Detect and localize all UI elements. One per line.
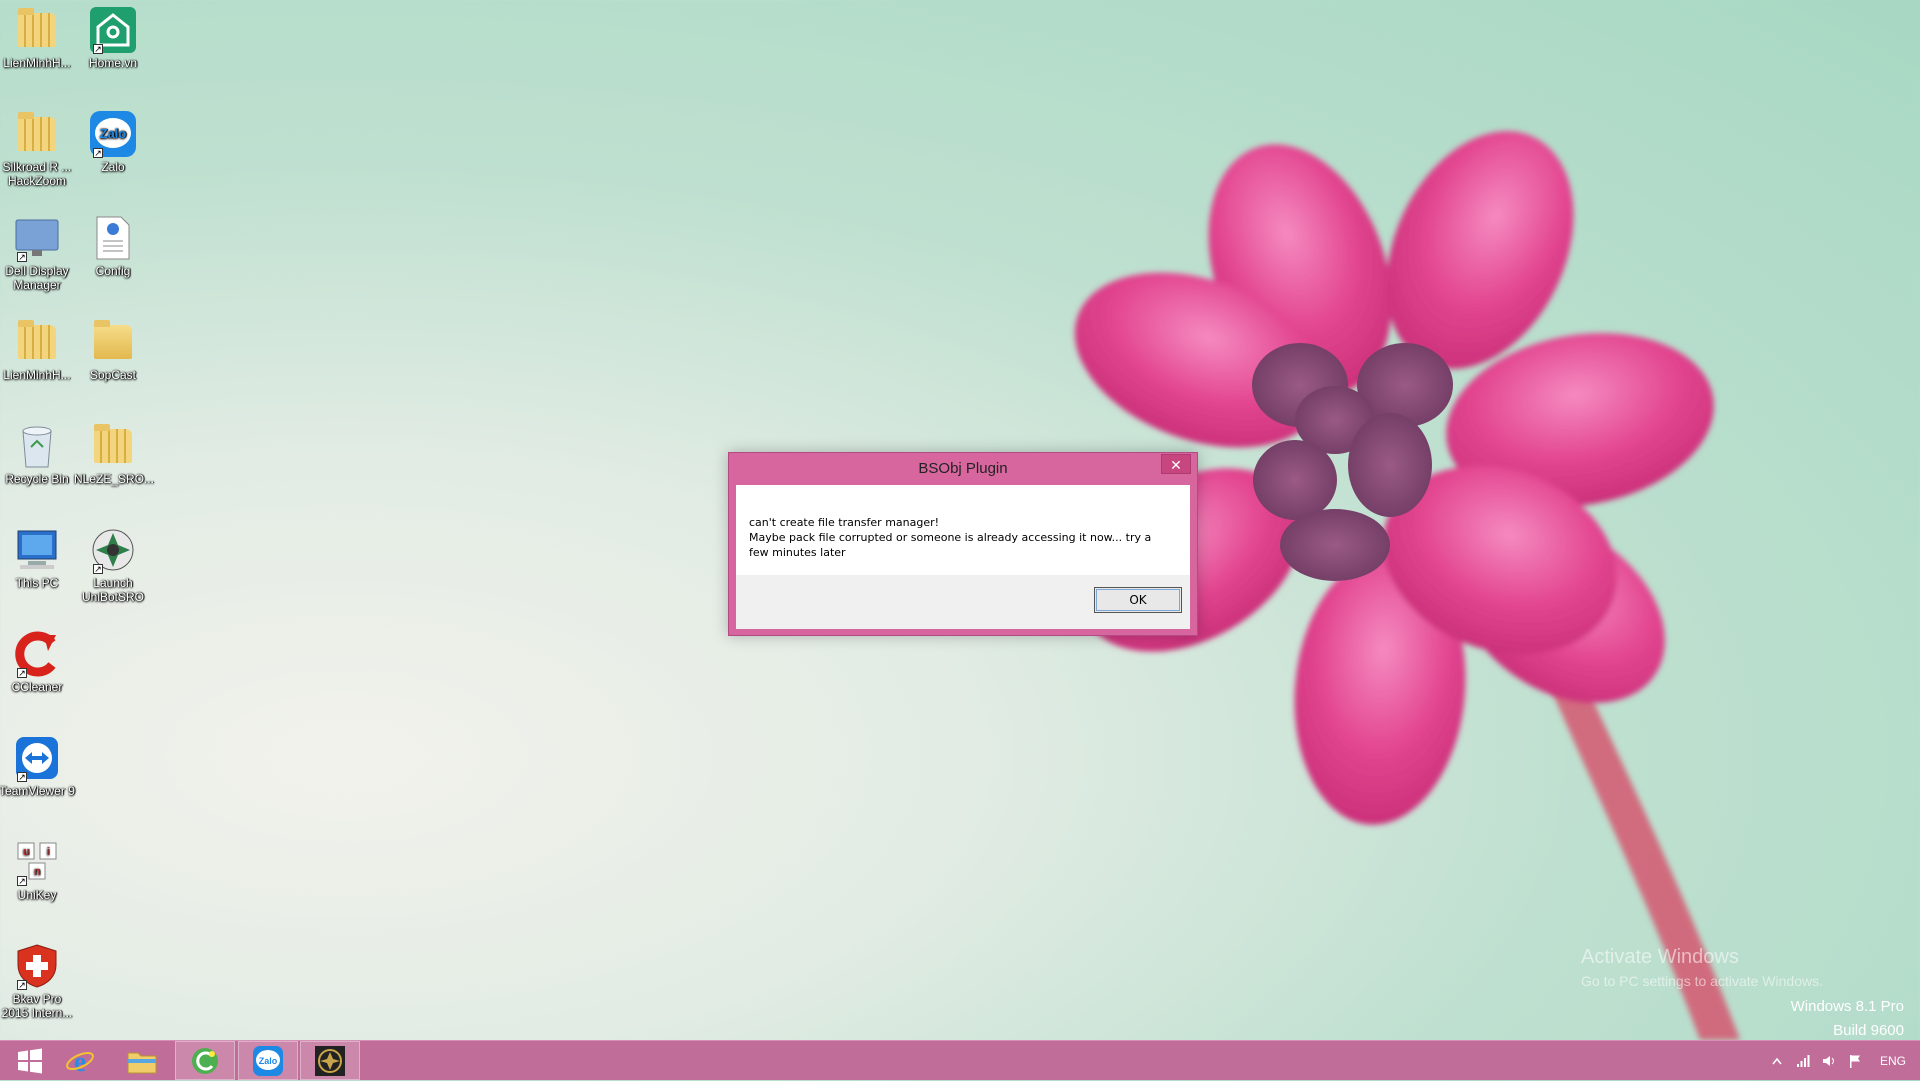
desktop-icon-homevn[interactable]: ↗ Home.vn [74,6,152,70]
coc-coc-icon [192,1047,218,1074]
desktop-icon-teamviewer[interactable]: ↗ TeamViewer 9 [0,734,76,798]
computer-icon [17,530,57,569]
internet-explorer-icon: e [66,1047,94,1076]
desktop-icon-bkav[interactable]: ↗ Bkav Pro 2015 Intern... [0,942,76,1020]
folder-icon [18,8,56,47]
action-center-button[interactable] [1848,1054,1862,1068]
file-explorer-icon [127,1052,157,1073]
ok-button[interactable]: OK [1094,587,1182,613]
flag-icon [1849,1055,1860,1068]
taskbar-coc-coc[interactable] [175,1041,235,1080]
config-file-icon [96,216,130,260]
dialog-footer: OK [736,575,1190,629]
activate-windows-title: Activate Windows [1581,946,1739,968]
folder-icon [94,424,132,463]
desktop-icon-config[interactable]: Config [74,214,152,278]
taskbar-internet-explorer[interactable]: e [50,1041,110,1080]
desktop-icon-lienminh-2[interactable]: LienMinhH... [0,318,76,382]
desktop-icon-unibot[interactable]: ↗ Launch UniBotSRO [74,526,152,604]
dialog-message-line-1: can't create file transfer manager! [749,516,940,529]
desktop-icon-ccleaner[interactable]: ↗ CCleaner [0,630,76,694]
taskbar-unibot[interactable] [300,1041,360,1080]
windows-version: Windows 8.1 Pro Build 9600 [1791,995,1904,1043]
svg-text:Zalo: Zalo [100,126,127,141]
taskbar-file-explorer[interactable] [112,1041,172,1080]
chevron-up-icon [1772,1057,1782,1065]
network-tray-button[interactable] [1796,1054,1810,1068]
folder-icon [18,320,56,359]
close-icon: ✕ [1170,457,1182,473]
desktop-icon-sopcast[interactable]: SopCast [74,318,152,382]
desktop-icon-nleze-sro[interactable]: NLeZE_SRO... [74,422,154,486]
start-icon [18,1048,42,1073]
windows-edition: Windows 8.1 Pro [1790,998,1904,1015]
dialog-message: can't create file transfer manager! Mayb… [749,515,1169,560]
desktop-icon-this-pc[interactable]: This PC [0,526,76,590]
show-hidden-icons-button[interactable] [1770,1054,1784,1068]
activate-windows-subtitle: Go to PC settings to activate Windows. [1581,973,1823,989]
desktop-icon-silkroad[interactable]: Silkroad R ... HackZoom [0,110,76,188]
desktop-icon-zalo[interactable]: Zalo ↗ Zalo [74,110,152,174]
svg-text:n: n [34,866,40,878]
speaker-icon [1822,1056,1834,1066]
system-tray: ENG [1770,1041,1906,1081]
recycle-bin-icon [22,426,52,468]
taskbar-zalo[interactable]: Zalo [238,1041,298,1080]
taskbar: e Zalo ENG [0,1040,1920,1080]
svg-text:u: u [23,846,29,858]
svg-text:i: i [47,846,49,858]
desktop-icon-lienminh-1[interactable]: LienMinhH... [0,6,76,70]
folder-icon [18,112,56,151]
dialog-title: BSObj Plugin [918,460,1008,477]
language-indicator[interactable]: ENG [1880,1054,1906,1068]
folder-icon [94,320,132,359]
dialog-message-line-2: Maybe pack file corrupted or someone is … [749,531,1152,559]
error-dialog: BSObj Plugin ✕ can't create file transfe… [728,452,1198,636]
dialog-body: can't create file transfer manager! Mayb… [736,485,1190,629]
desktop-icon-recycle-bin[interactable]: Recycle Bin [0,422,76,486]
dialog-close-button[interactable]: ✕ [1161,454,1191,474]
desktop-icon-dell-display[interactable]: ↗ Dell Display Manager [0,214,76,292]
volume-tray-button[interactable] [1822,1054,1836,1068]
network-signal-icon [1796,1055,1810,1067]
svg-text:Zalo: Zalo [259,1056,278,1066]
svg-text:e: e [74,1047,86,1076]
desktop-icon-unikey[interactable]: uin ↗ UniKey [0,838,76,902]
unibot-icon [315,1045,345,1076]
zalo-icon: Zalo [253,1045,283,1076]
